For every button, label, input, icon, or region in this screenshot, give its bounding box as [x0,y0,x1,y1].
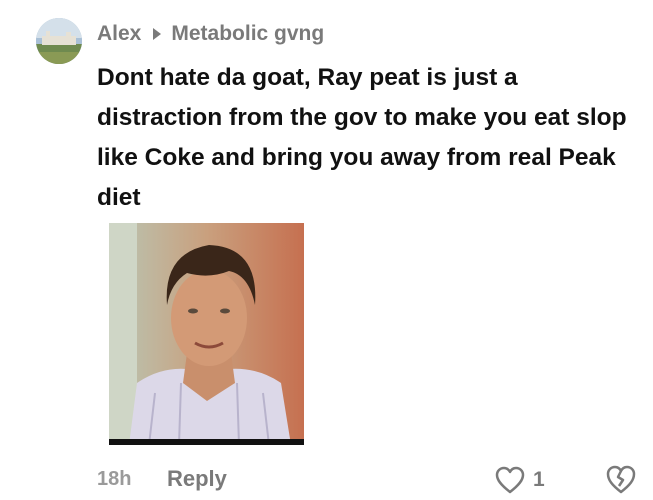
like-button[interactable]: 1 [495,466,545,494]
broken-heart-outline-icon [606,465,636,494]
comment-text: Dont hate da goat, Ray peat is just a di… [97,64,627,211]
comment-header: Alex Metabolic gvng [97,22,324,46]
comment-footer: 18h Reply 1 [97,465,637,496]
comment-image[interactable] [109,223,304,445]
caret-right-icon [153,28,162,40]
comment-card: Alex Metabolic gvng Dont hate da goat, R… [0,0,653,500]
heart-outline-icon [495,466,525,494]
portrait-photo [109,223,304,445]
reply-button[interactable]: Reply [167,466,227,492]
author-name[interactable]: Alex [97,22,141,46]
avatar[interactable] [36,18,82,64]
like-count: 1 [533,468,545,491]
avatar-image [36,18,82,64]
timestamp: 18h [97,468,132,490]
dislike-button[interactable] [605,464,637,500]
community-name[interactable]: Metabolic gvng [171,22,324,46]
